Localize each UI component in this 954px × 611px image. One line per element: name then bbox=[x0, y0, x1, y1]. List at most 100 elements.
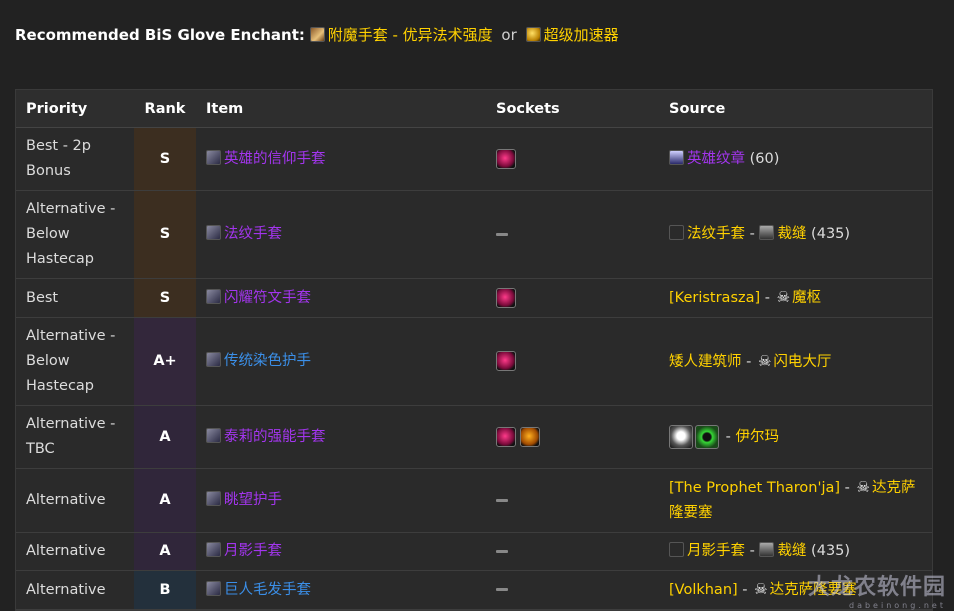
item-cell: 闪耀符文手套 bbox=[196, 278, 486, 318]
sockets-cell bbox=[486, 570, 659, 610]
item-cell: 月影手套 bbox=[196, 532, 486, 571]
recommended-enchant: Recommended BiS Glove Enchant: 附魔手套 - 优异… bbox=[15, 24, 619, 46]
emblem-icon bbox=[669, 149, 684, 165]
npc-link[interactable]: 矮人建筑师 bbox=[669, 354, 742, 370]
table-row: Best - 2p Bonus S 英雄的信仰手套 英雄纹章 (60) bbox=[16, 127, 932, 191]
skull-icon: ☠ bbox=[754, 580, 768, 598]
npc-link[interactable]: [Keristrasza] bbox=[669, 290, 760, 306]
sockets-cell bbox=[486, 317, 659, 406]
source-cell: [The Prophet Tharon'ja] - ☠ 达克萨隆要塞 bbox=[659, 468, 932, 533]
sockets-cell bbox=[486, 278, 659, 318]
item-glove-icon bbox=[206, 542, 221, 557]
watermark-sub: dabeinong.net bbox=[849, 601, 946, 610]
source-link[interactable]: 法纹手套 bbox=[687, 226, 745, 242]
no-socket-dash-icon bbox=[496, 549, 508, 553]
table-row: Alternative A 月影手套 月影手套 - 裁缝 (435) bbox=[16, 532, 932, 571]
item-glove-icon bbox=[206, 427, 221, 443]
beast-icon[interactable] bbox=[669, 424, 693, 449]
item-link[interactable]: 闪耀符文手套 bbox=[224, 290, 311, 306]
source-sep: - bbox=[737, 582, 753, 598]
enchant-option-1-link[interactable]: 附魔手套 - 优异法术强度 bbox=[328, 26, 493, 44]
zone-link[interactable]: 魔枢 bbox=[792, 290, 821, 306]
source-sep: - bbox=[840, 480, 855, 496]
sockets-cell bbox=[486, 468, 659, 533]
no-socket-dash-icon bbox=[496, 498, 508, 502]
vortex-icon[interactable] bbox=[695, 424, 719, 449]
pattern-icon bbox=[669, 225, 684, 240]
item-glove-icon bbox=[206, 491, 221, 506]
tailoring-icon bbox=[759, 542, 775, 557]
source-cost: (60) bbox=[745, 150, 780, 167]
item-cell: 传统染色护手 bbox=[196, 317, 486, 406]
priority-cell: Alternative - Below Hastecap bbox=[16, 190, 134, 279]
item-glove-icon bbox=[206, 149, 221, 165]
meta-gem-socket-icon bbox=[496, 351, 516, 371]
item-link[interactable]: 眺望护手 bbox=[224, 492, 282, 508]
source-cell: 法纹手套 - 裁缝 (435) bbox=[659, 190, 932, 279]
item-cell: 巨人毛发手套 bbox=[196, 570, 486, 610]
item-link[interactable]: 月影手套 bbox=[224, 543, 282, 559]
priority-cell: Alternative - Below Hastecap bbox=[16, 317, 134, 406]
source-sep: - bbox=[760, 290, 775, 306]
meta-gem-socket-icon bbox=[496, 287, 516, 308]
priority-cell: Best bbox=[16, 278, 134, 318]
table-row: Alternative A 眺望护手 [The Prophet Tharon'j… bbox=[16, 468, 932, 533]
source-sep: - bbox=[745, 226, 760, 242]
source-link[interactable]: 英雄纹章 bbox=[687, 151, 745, 167]
item-link[interactable]: 巨人毛发手套 bbox=[224, 582, 311, 598]
item-link[interactable]: 传统染色护手 bbox=[224, 353, 311, 369]
watermark-main: 大龙农软件园 bbox=[807, 575, 946, 600]
profession-link[interactable]: 裁缝 bbox=[777, 226, 806, 242]
rank-cell: S bbox=[134, 127, 196, 191]
table-row: Alternative B 巨人毛发手套 [Volkhan] - ☠ 达克萨隆要塞 bbox=[16, 570, 932, 610]
skull-icon: ☠ bbox=[776, 288, 791, 306]
meta-gem-socket-icon bbox=[496, 148, 516, 169]
table-header-row: Priority Rank Item Sockets Source bbox=[16, 90, 932, 128]
zone-link[interactable]: 伊尔玛 bbox=[735, 429, 779, 445]
pattern-icon bbox=[669, 542, 684, 557]
header-sockets: Sockets bbox=[486, 90, 659, 128]
bis-gloves-table: Priority Rank Item Sockets Source Best -… bbox=[15, 89, 933, 611]
source-sep: - bbox=[721, 428, 736, 445]
sockets-cell bbox=[486, 127, 659, 191]
rank-cell: A bbox=[134, 405, 196, 469]
table-row: Best S 闪耀符文手套 [Keristrasza] - ☠ 魔枢 bbox=[16, 278, 932, 318]
item-link[interactable]: 英雄的信仰手套 bbox=[224, 151, 326, 167]
item-cell: 英雄的信仰手套 bbox=[196, 127, 486, 191]
source-link[interactable]: 月影手套 bbox=[687, 543, 745, 559]
item-link[interactable]: 法纹手套 bbox=[224, 226, 282, 242]
header-rank: Rank bbox=[134, 90, 196, 128]
enchant-or: or bbox=[501, 26, 517, 44]
header-item: Item bbox=[196, 90, 486, 128]
orange-gem-socket-icon bbox=[520, 426, 540, 447]
sockets-cell bbox=[486, 532, 659, 571]
source-sep: - bbox=[745, 543, 760, 559]
source-cell: 月影手套 - 裁缝 (435) bbox=[659, 532, 932, 571]
table-row: Alternative - Below Hastecap A+ 传统染色护手 矮… bbox=[16, 317, 932, 406]
skull-icon: ☠ bbox=[856, 478, 870, 496]
npc-link[interactable]: [The Prophet Tharon'ja] bbox=[669, 480, 840, 496]
profession-link[interactable]: 裁缝 bbox=[777, 543, 806, 559]
no-socket-dash-icon bbox=[496, 588, 508, 591]
priority-cell: Alternative - TBC bbox=[16, 405, 134, 469]
priority-cell: Alternative bbox=[16, 468, 134, 533]
sockets-cell bbox=[486, 190, 659, 279]
gear-icon bbox=[525, 27, 541, 42]
npc-link[interactable]: [Volkhan] bbox=[669, 582, 738, 598]
item-glove-icon bbox=[206, 580, 221, 596]
enchant-option-2-link[interactable]: 超级加速器 bbox=[544, 26, 619, 44]
site-watermark: 大龙农软件园 dabeinong.net bbox=[808, 569, 946, 610]
table-row: Alternative - Below Hastecap S 法纹手套 法纹手套… bbox=[16, 190, 932, 279]
zone-link[interactable]: 闪电大厅 bbox=[773, 354, 831, 370]
source-cell: - 伊尔玛 bbox=[659, 405, 932, 469]
item-link[interactable]: 泰莉的强能手套 bbox=[224, 429, 326, 445]
source-cell: 矮人建筑师 - ☠ 闪电大厅 bbox=[659, 317, 932, 406]
header-source: Source bbox=[659, 90, 932, 128]
priority-cell: Alternative bbox=[16, 570, 134, 610]
enchant-label: Recommended BiS Glove Enchant bbox=[15, 26, 299, 44]
rank-cell: A+ bbox=[134, 317, 196, 406]
table-row: Alternative - TBC A 泰莉的强能手套 - 伊尔玛 bbox=[16, 405, 932, 469]
rank-cell: S bbox=[134, 278, 196, 318]
item-glove-icon bbox=[206, 288, 221, 304]
item-cell: 泰莉的强能手套 bbox=[196, 405, 486, 469]
